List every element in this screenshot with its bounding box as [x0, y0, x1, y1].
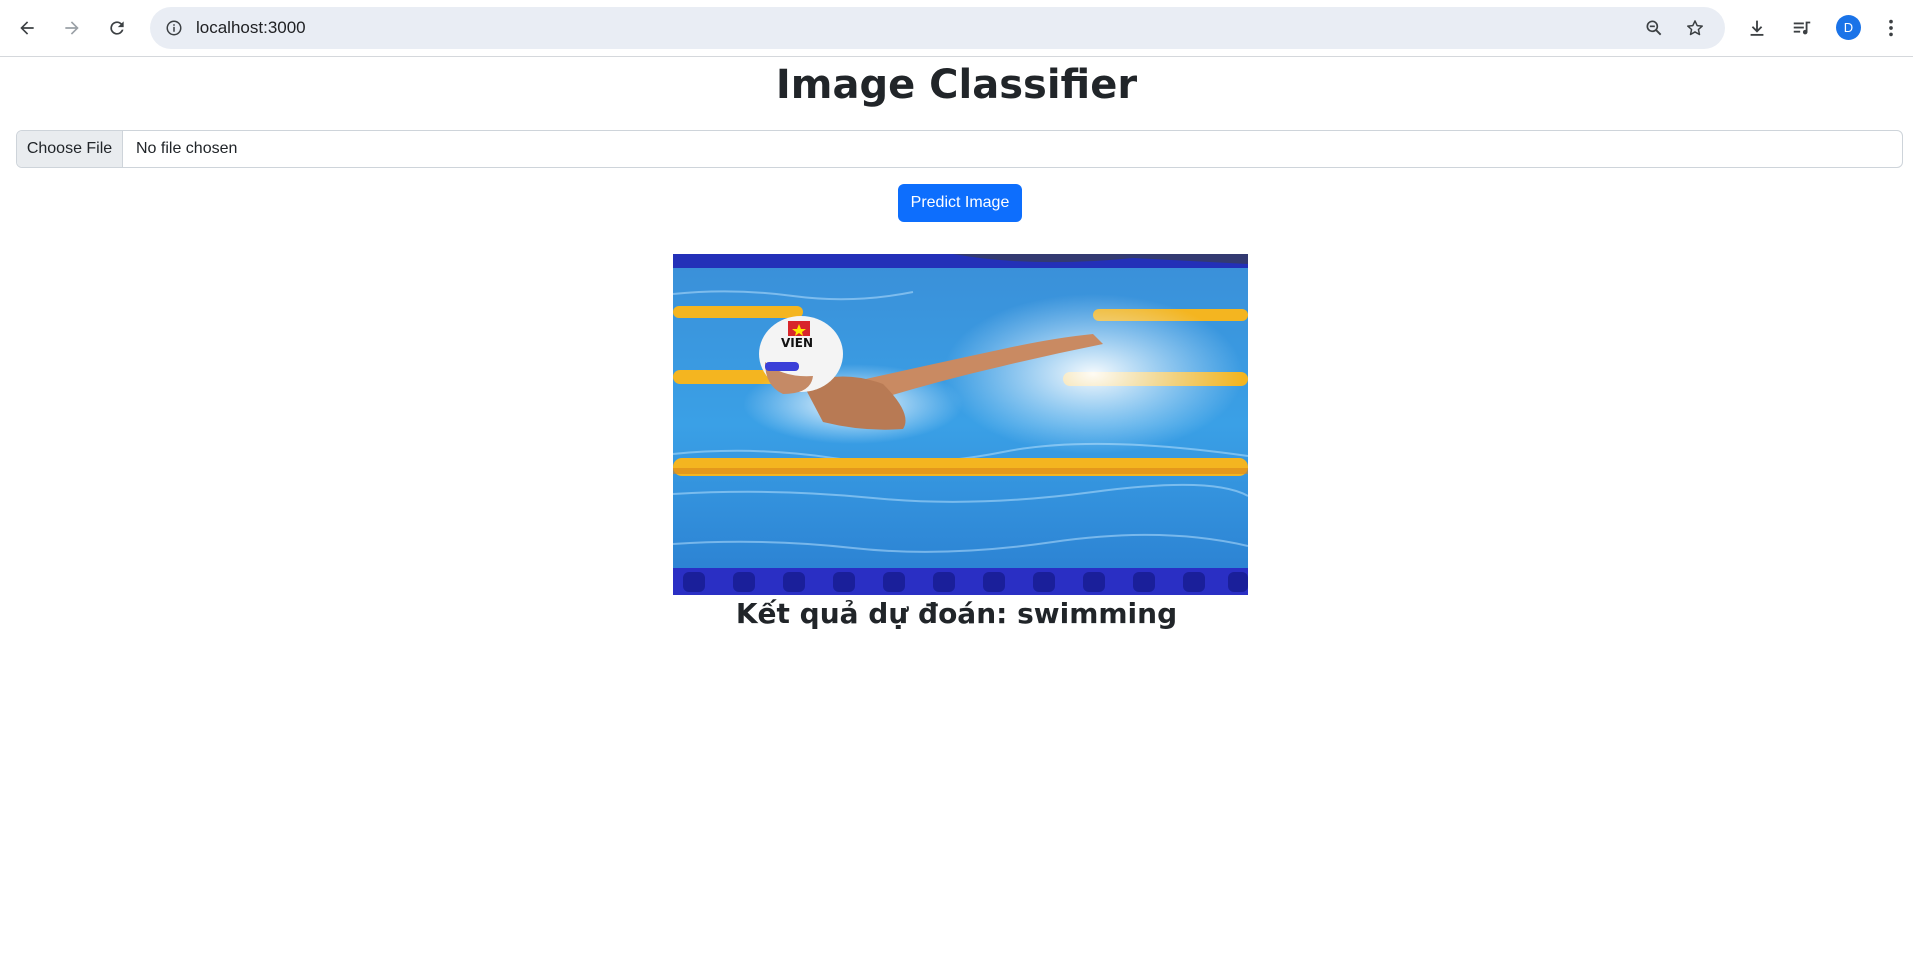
media-controls-button[interactable] — [1784, 10, 1820, 46]
back-button[interactable] — [9, 10, 45, 46]
prediction-result: Kết quả dự đoán: swimming — [735, 597, 1178, 630]
download-icon — [1750, 20, 1764, 36]
star-icon — [1687, 20, 1703, 36]
zoom-button[interactable] — [1640, 14, 1668, 42]
page-content: Image Classifier Choose File No file cho… — [0, 58, 1913, 963]
reload-button[interactable] — [99, 10, 135, 46]
address-bar[interactable]: localhost:3000 — [150, 7, 1725, 49]
info-icon — [166, 20, 182, 36]
file-input[interactable]: Choose File No file chosen — [16, 130, 1903, 168]
choose-file-button[interactable]: Choose File — [17, 131, 123, 167]
forward-button[interactable] — [54, 10, 90, 46]
browser-toolbar: localhost:3000 D — [0, 0, 1913, 57]
zoom-out-icon — [1646, 20, 1662, 36]
forward-arrow-icon — [65, 21, 79, 35]
kebab-menu-icon — [1889, 19, 1893, 37]
file-status-text: No file chosen — [136, 140, 238, 157]
url-text[interactable]: localhost:3000 — [196, 7, 306, 49]
page-title: Image Classifier — [775, 62, 1138, 108]
media-queue-icon — [1793, 21, 1811, 35]
menu-button[interactable] — [1873, 10, 1909, 46]
profile-avatar[interactable]: D — [1836, 15, 1861, 40]
reload-icon — [110, 21, 124, 35]
preview-image: VIEN — [673, 254, 1248, 595]
site-info-button[interactable] — [160, 14, 188, 42]
cap-text: VIEN — [781, 336, 813, 350]
downloads-button[interactable] — [1739, 10, 1775, 46]
back-arrow-icon — [20, 21, 34, 35]
bookmark-button[interactable] — [1681, 14, 1709, 42]
predict-image-button[interactable]: Predict Image — [898, 184, 1022, 222]
